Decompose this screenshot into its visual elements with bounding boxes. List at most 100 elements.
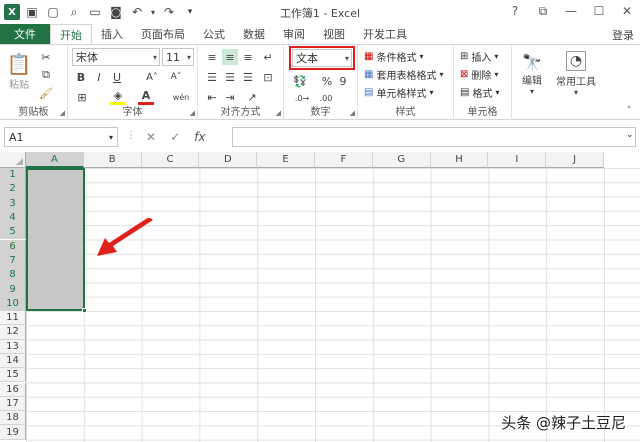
row-header-1[interactable]: 1: [0, 168, 26, 183]
save-icon[interactable]: ▣: [23, 3, 41, 21]
row-header-6[interactable]: 6: [0, 239, 26, 254]
alignment-launcher-icon[interactable]: ◢: [276, 109, 281, 117]
cancel-entry-icon[interactable]: ✕: [146, 130, 156, 144]
column-header-b[interactable]: B: [83, 152, 142, 168]
row-header-9[interactable]: 9: [0, 282, 26, 297]
align-right-icon[interactable]: ☰: [240, 69, 256, 85]
column-header-j[interactable]: J: [546, 152, 604, 168]
row-header-10[interactable]: 10: [0, 296, 26, 311]
row-header-19[interactable]: 19: [0, 425, 26, 440]
align-center-icon[interactable]: ☰: [222, 69, 238, 85]
delete-cells-button[interactable]: ⊠ 删除 ▾: [460, 67, 498, 82]
row-header-11[interactable]: 11: [0, 311, 26, 326]
name-box[interactable]: A1 ▾: [4, 127, 118, 147]
expand-formula-bar-icon[interactable]: ⌄: [626, 130, 634, 140]
row-header-14[interactable]: 14: [0, 353, 26, 369]
tab-formulas[interactable]: 公式: [194, 24, 234, 44]
print-preview-icon[interactable]: ⌕: [65, 3, 83, 21]
editing-button[interactable]: 🔭 编辑 ▾: [516, 49, 548, 99]
copy-icon[interactable]: ⧉: [38, 67, 54, 83]
column-header-i[interactable]: I: [488, 152, 547, 168]
new-file-icon[interactable]: ▢: [44, 3, 62, 21]
comma-style-button[interactable]: 9: [336, 73, 350, 89]
open-folder-icon[interactable]: ▭: [86, 3, 104, 21]
number-launcher-icon[interactable]: ◢: [350, 109, 355, 117]
column-header-f[interactable]: F: [315, 152, 373, 168]
tab-file[interactable]: 文件: [0, 24, 50, 44]
format-as-table-button[interactable]: ▦ 套用表格格式 ▾: [364, 67, 443, 82]
row-header-16[interactable]: 16: [0, 382, 26, 397]
italic-button[interactable]: I: [92, 69, 106, 85]
column-header-a[interactable]: A: [26, 152, 84, 168]
customize-qat-icon[interactable]: ▾: [181, 3, 199, 21]
align-bottom-icon[interactable]: ≡: [240, 49, 256, 65]
paste-button[interactable]: 📋 粘贴: [6, 49, 32, 93]
column-header-e[interactable]: E: [257, 152, 315, 168]
ribbon-display-button[interactable]: ⧉: [534, 2, 552, 20]
format-cells-button[interactable]: ▤ 格式 ▾: [460, 85, 499, 100]
font-grow-button[interactable]: A˄: [142, 69, 162, 85]
clipboard-launcher-icon[interactable]: ◢: [60, 109, 65, 117]
worksheet-grid: ABCDEFGHIJ 1 2 3 4 5 6 7 8 9 10 11 12 13 14 15 16 17 18 19: [0, 152, 640, 442]
select-all-button[interactable]: [0, 152, 26, 168]
percent-button[interactable]: %: [320, 73, 334, 89]
merge-center-icon[interactable]: ⊡: [260, 69, 276, 85]
font-name-select[interactable]: 宋体 ▾: [72, 48, 160, 66]
tab-view[interactable]: 视图: [314, 24, 354, 44]
insert-cells-button[interactable]: ⊞ 插入 ▾: [460, 49, 498, 64]
column-header-d[interactable]: D: [199, 152, 258, 168]
row-header-4[interactable]: 4: [0, 210, 26, 226]
align-left-icon[interactable]: ☰: [204, 69, 220, 85]
redo-icon[interactable]: ↷: [160, 3, 178, 21]
sign-in-link[interactable]: 登录: [612, 27, 634, 43]
camera-icon[interactable]: ◙: [107, 3, 125, 21]
selected-range[interactable]: [26, 168, 85, 311]
collapse-ribbon-icon[interactable]: ˄: [622, 105, 636, 117]
bold-button[interactable]: B: [74, 69, 88, 85]
tab-page-layout[interactable]: 页面布局: [132, 24, 194, 44]
align-top-icon[interactable]: ≡: [204, 49, 220, 65]
row-header-15[interactable]: 15: [0, 368, 26, 383]
undo-icon[interactable]: ↶: [128, 3, 146, 21]
undo-dropdown-icon[interactable]: ▾: [149, 3, 157, 21]
font-size-select[interactable]: 11 ▾: [162, 48, 194, 66]
row-header-12[interactable]: 12: [0, 325, 26, 340]
wrap-text-icon[interactable]: ↵: [260, 49, 276, 65]
column-header-g[interactable]: G: [372, 152, 431, 168]
tab-insert[interactable]: 插入: [92, 24, 132, 44]
conditional-format-button[interactable]: ▦ 条件格式 ▾: [364, 49, 423, 64]
column-header-c[interactable]: C: [141, 152, 200, 168]
fill-handle[interactable]: [82, 308, 87, 313]
row-header-5[interactable]: 5: [0, 225, 26, 240]
cell-area[interactable]: [26, 168, 640, 442]
insert-function-button[interactable]: fx: [194, 130, 205, 144]
tab-home[interactable]: 开始: [50, 24, 92, 44]
formula-input[interactable]: [232, 127, 636, 147]
row-header-2[interactable]: 2: [0, 182, 26, 197]
maximize-button[interactable]: ☐: [590, 2, 608, 20]
align-middle-icon[interactable]: ≡: [222, 49, 238, 65]
alignment-group: ≡ ≡ ≡ ↵ ☰ ☰ ☰ ⊡ ⇤ ⇥ ↗ 对齐方式 ◢: [198, 45, 284, 120]
column-header-h[interactable]: H: [430, 152, 489, 168]
font-shrink-button[interactable]: A˅: [166, 69, 186, 85]
font-launcher-icon[interactable]: ◢: [190, 109, 195, 117]
confirm-entry-icon[interactable]: ✓: [170, 130, 180, 144]
tab-review[interactable]: 审阅: [274, 24, 314, 44]
cell-styles-button[interactable]: ▤ 单元格样式 ▾: [364, 85, 433, 100]
minimize-button[interactable]: —: [562, 2, 580, 20]
help-button[interactable]: ?: [506, 2, 524, 20]
close-button[interactable]: ✕: [618, 2, 636, 20]
currency-icon[interactable]: 💱: [292, 73, 308, 89]
row-header-7[interactable]: 7: [0, 253, 26, 269]
row-header-8[interactable]: 8: [0, 268, 26, 283]
row-header-18[interactable]: 18: [0, 411, 26, 426]
tab-data[interactable]: 数据: [234, 24, 274, 44]
cut-icon[interactable]: ✂: [38, 49, 54, 65]
tab-developer[interactable]: 开发工具: [354, 24, 416, 44]
row-header-17[interactable]: 17: [0, 396, 26, 412]
row-header-3[interactable]: 3: [0, 196, 26, 211]
underline-button[interactable]: U: [110, 69, 124, 85]
row-header-13[interactable]: 13: [0, 339, 26, 354]
format-painter-icon[interactable]: 🖌: [38, 85, 54, 101]
common-tools-button[interactable]: ◔ 常用工具 ▾: [554, 49, 598, 99]
